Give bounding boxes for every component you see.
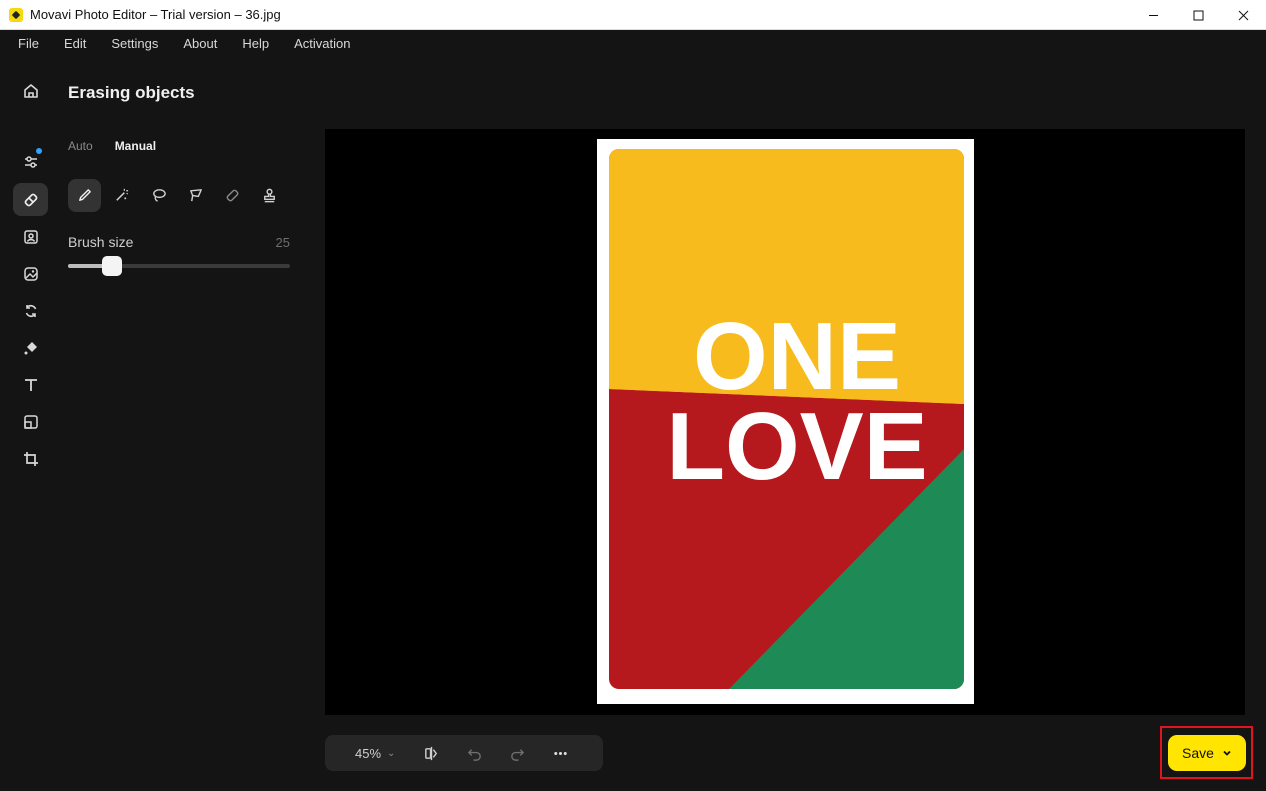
text-button[interactable] xyxy=(13,368,48,401)
crop-icon xyxy=(23,451,38,466)
lasso-tool[interactable] xyxy=(142,179,175,212)
window-title: Movavi Photo Editor – Trial version – 36… xyxy=(30,7,281,22)
replace-background-button[interactable] xyxy=(13,257,48,290)
menu-bar: File Edit Settings About Help Activation xyxy=(0,30,1266,56)
undo-button[interactable] xyxy=(460,739,488,767)
notification-dot xyxy=(36,148,42,154)
home-button[interactable] xyxy=(13,74,48,107)
brush-size-label: Brush size xyxy=(68,234,134,250)
magic-wand-icon xyxy=(116,188,129,201)
save-button[interactable]: Save xyxy=(1168,735,1246,771)
zoom-dropdown[interactable]: 45% ⌄ xyxy=(355,746,395,761)
frame-icon xyxy=(23,414,38,429)
effects-button[interactable] xyxy=(13,331,48,364)
home-icon xyxy=(23,83,38,98)
erasing-panel: Erasing objects Auto Manual Brush size 2… xyxy=(60,56,325,791)
brush-icon xyxy=(79,189,91,201)
menu-activation[interactable]: Activation xyxy=(294,36,350,51)
portrait-icon xyxy=(23,229,38,244)
replace-background-icon xyxy=(23,266,38,281)
eraser-tool-icon xyxy=(226,189,239,202)
brush-size-value: 25 xyxy=(275,235,290,250)
mode-tabs: Auto Manual xyxy=(68,139,156,153)
poster-artwork: ONE LOVE xyxy=(609,149,964,689)
zoom-value: 45% xyxy=(355,745,382,761)
image-canvas[interactable]: ONE LOVE xyxy=(325,129,1245,715)
more-icon xyxy=(554,751,567,755)
minimize-button[interactable] xyxy=(1131,0,1176,30)
minimize-icon xyxy=(1149,14,1158,16)
erase-objects-button[interactable] xyxy=(13,183,48,216)
save-highlight: Save xyxy=(1160,726,1253,779)
app-logo-icon xyxy=(9,7,23,22)
menu-file[interactable]: File xyxy=(18,36,39,51)
adjust-icon xyxy=(24,155,37,168)
polygon-lasso-tool[interactable] xyxy=(179,179,212,212)
magic-wand-tool[interactable] xyxy=(105,179,138,212)
frame-button[interactable] xyxy=(13,405,48,438)
portrait-button[interactable] xyxy=(13,220,48,253)
more-button[interactable] xyxy=(546,739,574,767)
poster-image: ONE LOVE xyxy=(609,149,964,689)
text-icon xyxy=(24,378,37,391)
poster-line-two: LOVE xyxy=(666,393,927,500)
close-icon xyxy=(1238,10,1249,20)
photo: ONE LOVE xyxy=(597,139,974,704)
maximize-icon xyxy=(1193,10,1204,20)
crop-button[interactable] xyxy=(13,442,48,475)
menu-about[interactable]: About xyxy=(183,36,217,51)
selection-tools xyxy=(68,179,286,212)
maximize-button[interactable] xyxy=(1176,0,1221,30)
eraser-icon xyxy=(24,193,37,206)
close-button[interactable] xyxy=(1221,0,1266,30)
effects-icon xyxy=(24,341,37,354)
redo-icon xyxy=(511,748,525,761)
transform-icon xyxy=(25,304,36,317)
save-label: Save xyxy=(1182,745,1214,761)
menu-help[interactable]: Help xyxy=(242,36,269,51)
tool-rail xyxy=(0,56,60,791)
polygon-lasso-icon xyxy=(190,189,202,202)
adjust-button[interactable] xyxy=(13,145,48,178)
eraser-tool[interactable] xyxy=(216,179,249,212)
chevron-down-icon: ⌄ xyxy=(387,747,396,759)
compare-button[interactable] xyxy=(417,739,445,767)
window-controls xyxy=(1131,0,1266,30)
compare-icon xyxy=(425,746,438,760)
menu-edit[interactable]: Edit xyxy=(64,36,86,51)
stamp-icon xyxy=(264,188,275,203)
tab-manual[interactable]: Manual xyxy=(115,139,156,153)
brush-tool[interactable] xyxy=(68,179,101,212)
menu-settings[interactable]: Settings xyxy=(111,36,158,51)
stamp-tool[interactable] xyxy=(253,179,286,212)
slider-thumb[interactable] xyxy=(102,256,123,276)
title-bar: Movavi Photo Editor – Trial version – 36… xyxy=(0,0,1266,30)
bottom-toolbar: 45% ⌄ xyxy=(325,735,603,771)
tab-auto[interactable]: Auto xyxy=(68,139,93,153)
undo-icon xyxy=(467,748,481,761)
chevron-down-icon xyxy=(1223,750,1231,756)
brush-size-slider[interactable] xyxy=(68,256,290,276)
transform-button[interactable] xyxy=(13,294,48,327)
redo-button[interactable] xyxy=(503,739,531,767)
panel-title: Erasing objects xyxy=(68,83,195,102)
lasso-icon xyxy=(153,189,166,202)
